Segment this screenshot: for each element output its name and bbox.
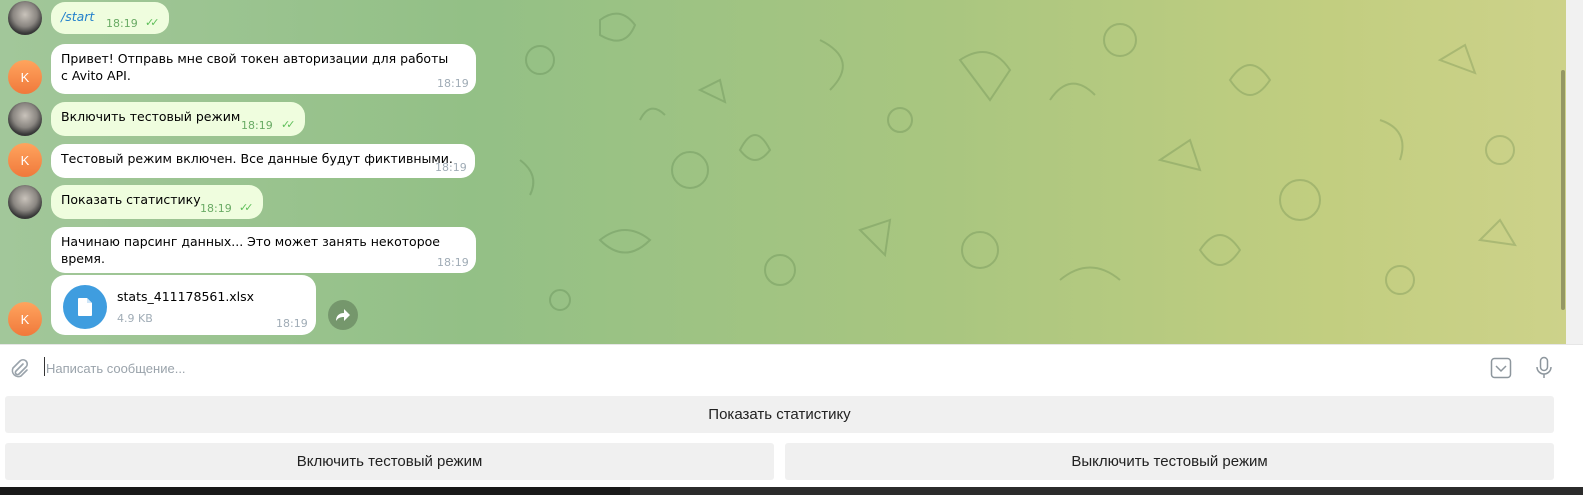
paperclip-icon[interactable] (9, 358, 29, 382)
file-icon[interactable] (63, 285, 107, 329)
bot-avatar[interactable]: K (8, 143, 42, 177)
window-bottom-edge (0, 487, 1583, 495)
file-message[interactable]: stats_411178561.xlsx 4.9 KB 18:19 (51, 275, 316, 335)
message-bubble-outgoing: Включить тестовый режим 18:19 ✓✓ (51, 102, 305, 136)
chat-area: /start 18:19 ✓✓ K Привет! Отправь мне св… (0, 0, 1566, 344)
keyboard-toggle-icon[interactable] (1490, 357, 1512, 383)
bot-avatar[interactable]: K (8, 302, 42, 336)
disable-test-mode-button[interactable]: Выключить тестовый режим (785, 443, 1554, 480)
enable-test-mode-button[interactable]: Включить тестовый режим (5, 443, 774, 480)
user-avatar[interactable] (8, 185, 42, 219)
message-text: Привет! Отправь мне свой токен авторизац… (61, 51, 449, 83)
file-size: 4.9 KB (117, 312, 153, 325)
double-check-icon: ✓✓ (145, 16, 160, 29)
message-time: 18:19 (241, 119, 273, 132)
message-time: 18:19 (435, 161, 467, 174)
message-composer (0, 344, 1583, 390)
message-text: Тестовый режим включен. Все данные будут… (61, 151, 453, 166)
bot-command-link[interactable]: /start (61, 9, 94, 24)
message-bubble-outgoing: Показать статистику 18:19 ✓✓ (51, 185, 263, 219)
microphone-icon[interactable] (1535, 356, 1553, 384)
message-text: Включить тестовый режим (61, 109, 241, 124)
double-check-icon: ✓✓ (239, 201, 254, 214)
message-text: Начинаю парсинг данных... Это может заня… (61, 234, 440, 266)
message-bubble-incoming: Тестовый режим включен. Все данные будут… (51, 144, 475, 178)
message-input[interactable] (44, 356, 1468, 380)
user-avatar[interactable] (8, 102, 42, 136)
message-time: 18:19 (276, 317, 308, 330)
message-bubble-outgoing: /start 18:19 ✓✓ (51, 2, 169, 34)
scrollbar-thumb[interactable] (1561, 70, 1565, 310)
file-name[interactable]: stats_411178561.xlsx (117, 288, 254, 305)
message-time: 18:19 (437, 256, 469, 269)
share-icon (336, 309, 350, 321)
message-time: 18:19 (106, 17, 138, 30)
double-check-icon: ✓✓ (281, 118, 296, 131)
reply-keyboard: Показать статистику Включить тестовый ре… (0, 390, 1583, 495)
message-bubble-incoming: Привет! Отправь мне свой токен авторизац… (51, 44, 476, 94)
message-time: 18:19 (200, 202, 232, 215)
share-button[interactable] (328, 300, 358, 330)
chat-scrollbar[interactable] (1566, 0, 1583, 344)
show-stats-button[interactable]: Показать статистику (5, 396, 1554, 433)
message-bubble-incoming: Начинаю парсинг данных... Это может заня… (51, 227, 476, 273)
user-avatar[interactable] (8, 1, 42, 35)
message-time: 18:19 (437, 77, 469, 90)
bot-avatar[interactable]: K (8, 60, 42, 94)
message-text: Показать статистику (61, 192, 201, 207)
